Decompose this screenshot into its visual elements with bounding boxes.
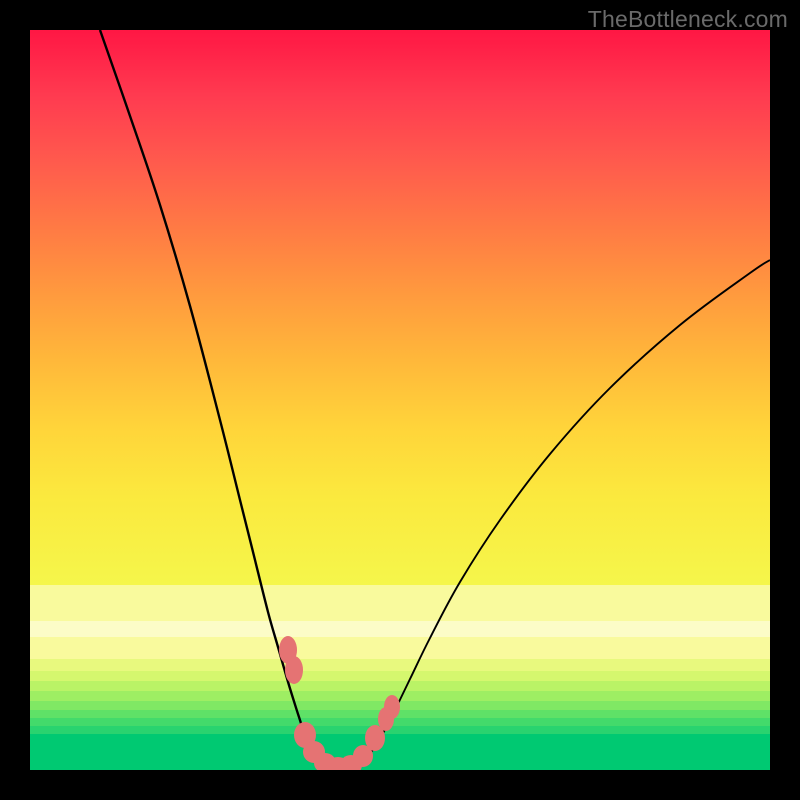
watermark-text: TheBottleneck.com [588,6,788,33]
data-marker [378,707,394,731]
bottleneck-curve-left [100,30,342,769]
data-marker [285,656,303,684]
curve-layer [30,30,770,770]
data-markers [279,636,400,770]
chart-frame [30,30,770,770]
bottleneck-curve-right [342,260,770,769]
